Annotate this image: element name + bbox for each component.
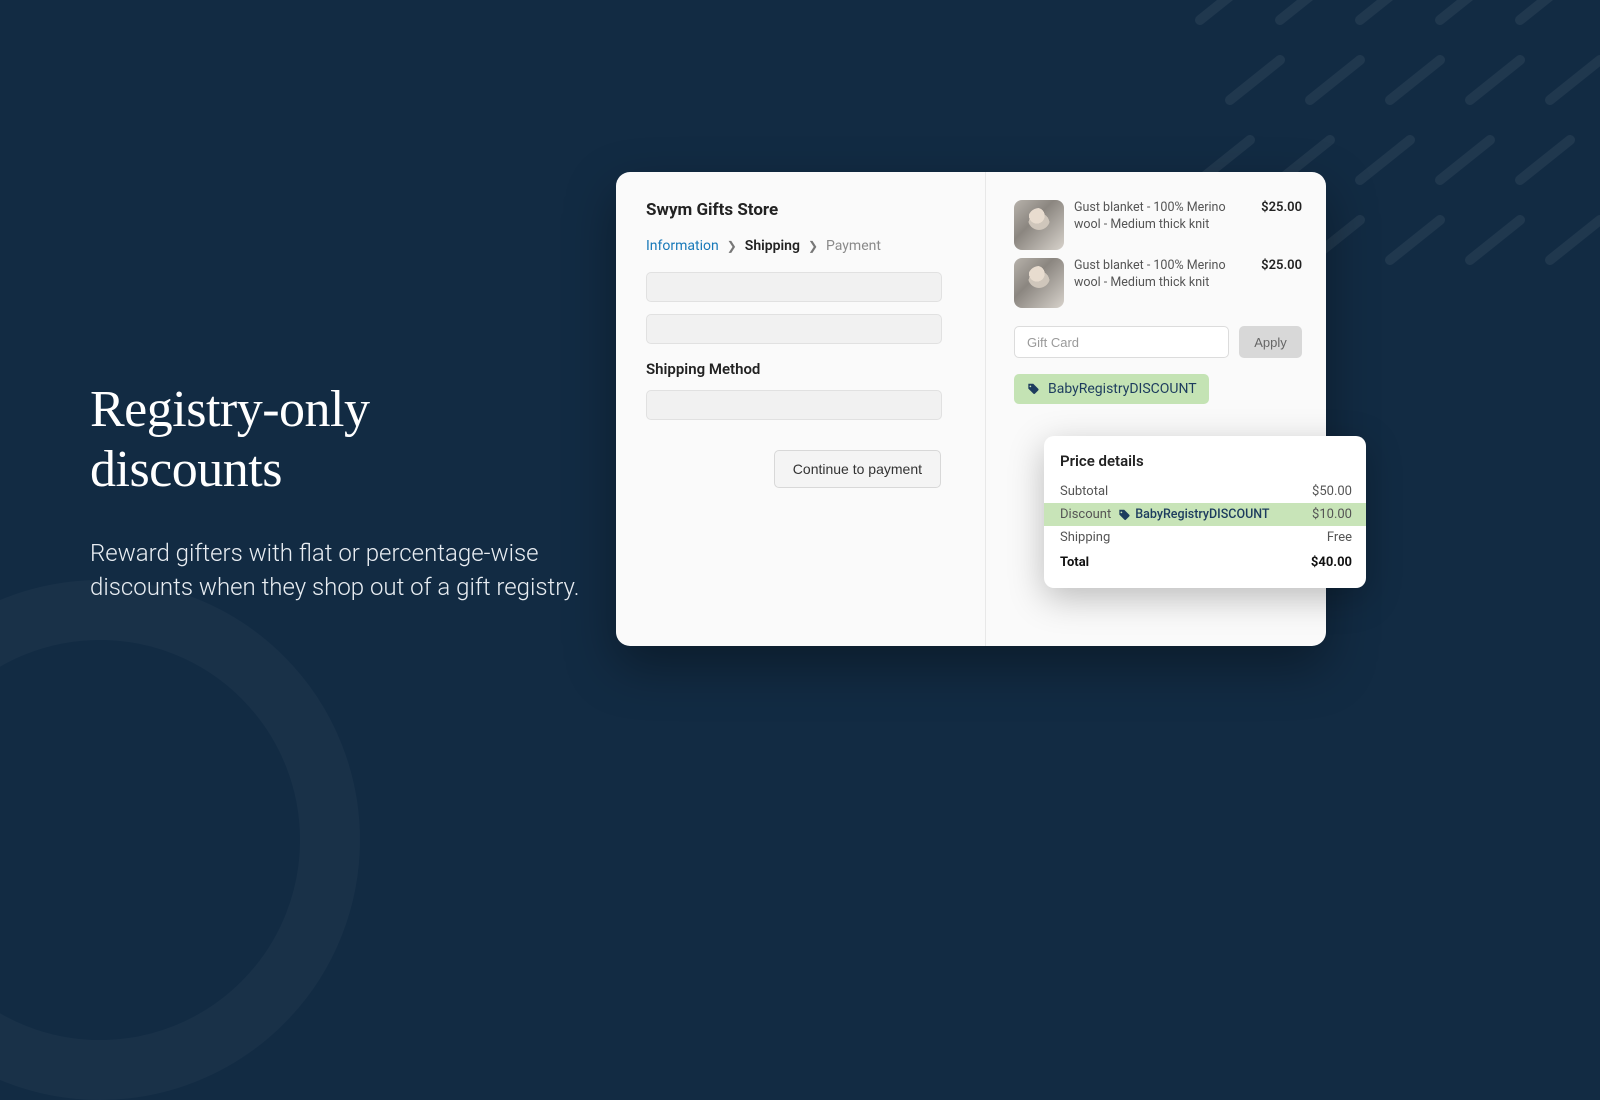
checkout-form-panel: Swym Gifts Store Information ❯ Shipping … [616, 172, 986, 646]
breadcrumb-payment: Payment [826, 238, 881, 254]
product-name: Gust blanket - 100% Merino wool - Medium… [1074, 200, 1251, 250]
chevron-right-icon: ❯ [727, 239, 737, 253]
discount-code: BabyRegistryDISCOUNT [1135, 507, 1269, 522]
subtotal-label: Subtotal [1060, 484, 1108, 499]
apply-button[interactable]: Apply [1239, 326, 1302, 358]
product-price: $25.00 [1261, 200, 1302, 250]
gift-card-input[interactable] [1014, 326, 1229, 358]
product-name: Gust blanket - 100% Merino wool - Medium… [1074, 258, 1251, 308]
decorative-circle [0, 580, 360, 1100]
product-price: $25.00 [1261, 258, 1302, 308]
subtotal-value: $50.00 [1312, 484, 1352, 499]
price-details-title: Price details [1060, 452, 1352, 470]
discount-chip-label: BabyRegistryDISCOUNT [1048, 381, 1197, 397]
continue-to-payment-button[interactable]: Continue to payment [774, 450, 941, 488]
breadcrumb-shipping: Shipping [745, 238, 800, 254]
cart-item: Gust blanket - 100% Merino wool - Medium… [1014, 200, 1302, 250]
address-input[interactable] [646, 314, 942, 344]
shipping-method-input[interactable] [646, 390, 942, 420]
shipping-value: Free [1327, 530, 1352, 545]
shipping-method-label: Shipping Method [646, 360, 955, 378]
total-label: Total [1060, 555, 1089, 570]
tag-icon [1026, 382, 1040, 396]
total-value: $40.00 [1311, 555, 1352, 570]
breadcrumb: Information ❯ Shipping ❯ Payment [646, 238, 955, 254]
price-details-popover: Price details Subtotal $50.00 Discount B… [1044, 436, 1366, 588]
checkout-card: Swym Gifts Store Information ❯ Shipping … [616, 172, 1326, 646]
chevron-right-icon: ❯ [808, 239, 818, 253]
discount-value: $10.00 [1312, 507, 1352, 522]
hero-title: Registry-only discounts [90, 380, 580, 500]
shipping-label: Shipping [1060, 530, 1110, 545]
product-thumbnail [1014, 200, 1064, 250]
hero-title-line1: Registry-only [90, 381, 369, 438]
total-row: Total $40.00 [1060, 551, 1352, 574]
cart-item: Gust blanket - 100% Merino wool - Medium… [1014, 258, 1302, 308]
shipping-row: Shipping Free [1060, 526, 1352, 549]
contact-input[interactable] [646, 272, 942, 302]
store-name: Swym Gifts Store [646, 200, 955, 220]
hero-title-line2: discounts [90, 441, 282, 498]
hero-subtitle: Reward gifters with flat or percentage-w… [90, 536, 580, 606]
subtotal-row: Subtotal $50.00 [1060, 480, 1352, 503]
breadcrumb-information[interactable]: Information [646, 238, 719, 254]
hero-panel: Registry-only discounts Reward gifters w… [90, 380, 580, 605]
gift-card-row: Apply [1014, 326, 1302, 358]
applied-discount-chip[interactable]: BabyRegistryDISCOUNT [1014, 374, 1209, 404]
tag-icon [1117, 508, 1131, 522]
discount-label: Discount [1060, 507, 1111, 522]
discount-row: Discount BabyRegistryDISCOUNT $10.00 [1044, 503, 1366, 526]
product-thumbnail [1014, 258, 1064, 308]
